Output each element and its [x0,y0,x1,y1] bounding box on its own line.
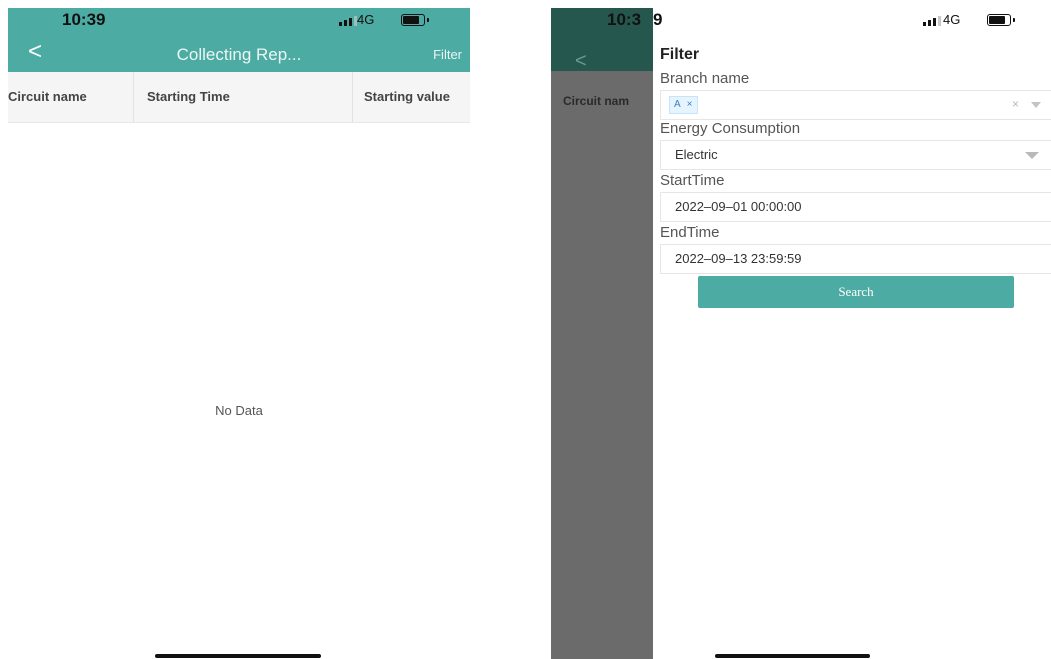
table-header: Circuit name Starting Time Starting valu… [8,72,470,123]
column-header-circuit-name[interactable]: Circuit name [8,72,87,122]
network-type: 4G [357,12,375,27]
status-bar: 10:39 4G [8,8,470,34]
empty-state-text: No Data [215,403,263,418]
filter-screen: 10:3 < Circuit nam 9 4G Filter Branch na… [551,8,1051,659]
dimmed-background[interactable]: 10:3 < Circuit nam [551,8,653,659]
column-header-starting-time[interactable]: Starting Time [147,72,230,122]
network-type: 4G [943,12,961,27]
energy-consumption-value: Electric [675,147,718,162]
battery-icon [401,14,429,26]
column-header-starting-value[interactable]: Starting value [364,72,450,122]
battery-icon [987,14,1015,26]
home-indicator[interactable] [715,654,870,658]
chevron-left-icon: < [575,50,587,72]
signal-icon [923,16,941,26]
signal-icon [339,16,357,26]
status-bar: 9 4G [653,8,1051,34]
end-time-label: EndTime [660,224,720,241]
nav-bar: < Collecting Rep... Filter [8,34,470,72]
close-icon[interactable]: × [687,97,693,113]
start-time-field[interactable]: 2022–09–01 00:00:00 [660,192,1051,222]
status-time: 10:3 [607,10,642,29]
chevron-down-icon[interactable] [1031,102,1041,108]
energy-consumption-label: Energy Consumption [660,120,801,137]
status-time-suffix: 9 [653,10,663,29]
energy-consumption-select[interactable]: Electric [660,140,1051,170]
start-time-value: 2022–09–01 00:00:00 [675,199,802,214]
branch-name-select[interactable]: A × × [660,90,1051,120]
search-button[interactable]: Search [698,276,1014,308]
page-title: Collecting Rep... [176,45,302,64]
chevron-down-icon[interactable] [1025,152,1039,159]
branch-tag[interactable]: A × [669,96,698,114]
filter-title: Filter [660,46,700,63]
filter-button[interactable]: Filter [433,47,462,62]
filter-panel: 9 4G Filter Branch name A × × Energy Con… [653,8,1051,659]
branch-name-label: Branch name [660,70,750,87]
status-time: 10:39 [62,10,106,29]
end-time-field[interactable]: 2022–09–13 23:59:59 [660,244,1051,274]
column-divider [352,72,353,122]
branch-tag-label: A [674,99,681,110]
report-screen: 10:39 4G < Collecting Rep... Filter Circ… [8,8,470,659]
home-indicator[interactable] [155,654,321,658]
column-header-circuit-name: Circuit nam [563,94,630,108]
end-time-value: 2022–09–13 23:59:59 [675,251,802,266]
start-time-label: StartTime [660,172,725,189]
column-divider [133,72,134,122]
clear-icon[interactable]: × [1012,97,1019,111]
